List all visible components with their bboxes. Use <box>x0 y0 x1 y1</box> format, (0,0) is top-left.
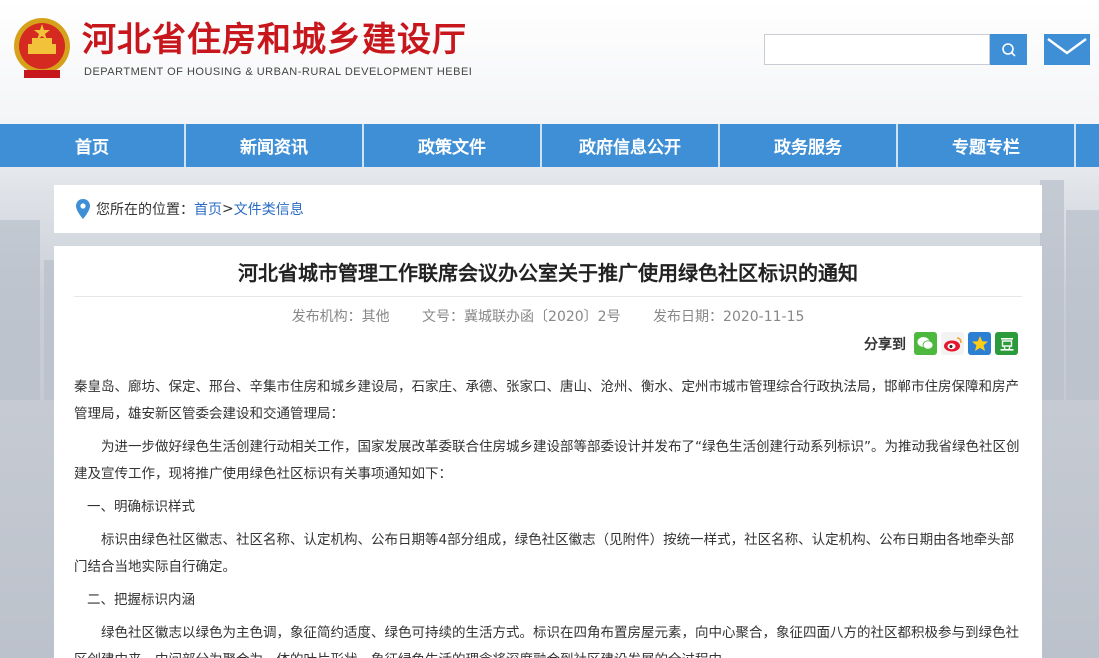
breadcrumb: 您所在的位置： 首页 > 文件类信息 <box>54 185 1042 233</box>
qzone-share-icon[interactable] <box>968 332 991 355</box>
nav-item-policy[interactable]: 政策文件 <box>364 124 542 167</box>
article-section-heading: 二、把握标识内涵 <box>87 592 195 608</box>
article-title: 河北省城市管理工作联席会议办公室关于推广使用绿色社区标识的通知 <box>238 261 858 285</box>
wechat-share-icon[interactable] <box>914 332 937 355</box>
douban-share-icon[interactable] <box>995 332 1018 355</box>
site-subtitle: DEPARTMENT OF HOUSING & URBAN-RURAL DEVE… <box>84 66 473 78</box>
article-section-heading: 一、明确标识样式 <box>87 499 195 515</box>
nav-item-home[interactable]: 首页 <box>0 124 186 167</box>
article-paragraph: 为进一步做好绿色生活创建行动相关工作，国家发展改革委联合住房城乡建设部等部委设计… <box>74 439 1020 482</box>
article-doc-number: 文号：冀城联办函〔2020〕2号 <box>422 309 621 325</box>
breadcrumb-home-link[interactable]: 首页 <box>194 199 222 219</box>
search-icon <box>1001 42 1016 57</box>
weibo-share-icon[interactable] <box>941 332 964 355</box>
nav-item-services[interactable]: 政务服务 <box>720 124 898 167</box>
nav-item-news[interactable]: 新闻资讯 <box>186 124 364 167</box>
breadcrumb-separator: > <box>222 201 234 217</box>
article-meta: 发布机构：其他 文号：冀城联办函〔2020〕2号 发布日期：2020-11-15 <box>54 306 1042 328</box>
search-input[interactable] <box>764 34 990 65</box>
location-pin-icon <box>76 199 90 219</box>
mail-icon[interactable] <box>1044 34 1090 65</box>
article-date: 发布日期：2020-11-15 <box>653 309 805 325</box>
nav-item-topics[interactable]: 专题专栏 <box>898 124 1076 167</box>
share-label: 分享到 <box>864 336 906 353</box>
breadcrumb-label: 您所在的位置： <box>96 202 194 218</box>
site-title: 河北省住房和城乡建设厅 <box>82 20 467 60</box>
site-header: 河北省住房和城乡建设厅 DEPARTMENT OF HOUSING & URBA… <box>0 0 1099 124</box>
article-body: 秦皇岛、廊坊、保定、邢台、辛集市住房和城乡建设局，石家庄、承德、张家口、唐山、沧… <box>74 374 1022 658</box>
title-divider <box>74 296 1022 297</box>
main-nav: 首页 新闻资讯 政策文件 政府信息公开 政务服务 专题专栏 <box>0 124 1099 167</box>
nav-item-info-disclosure[interactable]: 政府信息公开 <box>542 124 720 167</box>
article-publisher: 发布机构：其他 <box>291 309 390 325</box>
article-paragraph: 绿色社区徽志以绿色为主色调，象征简约适度、绿色可持续的生活方式。标识在四角布置房… <box>74 625 1019 658</box>
article-paragraph: 标识由绿色社区徽志、社区名称、认定机构、公布日期等4部分组成，绿色社区徽志（见附… <box>74 532 1015 575</box>
article-paragraph-recipients: 秦皇岛、廊坊、保定、邢台、辛集市住房和城乡建设局，石家庄、承德、张家口、唐山、沧… <box>74 379 1019 422</box>
search-button[interactable] <box>990 34 1027 65</box>
share-bar: 分享到 <box>864 332 1018 355</box>
national-emblem-icon <box>14 18 70 78</box>
article-panel: 河北省城市管理工作联席会议办公室关于推广使用绿色社区标识的通知 发布机构：其他 … <box>54 246 1042 658</box>
breadcrumb-current-link[interactable]: 文件类信息 <box>234 199 304 219</box>
